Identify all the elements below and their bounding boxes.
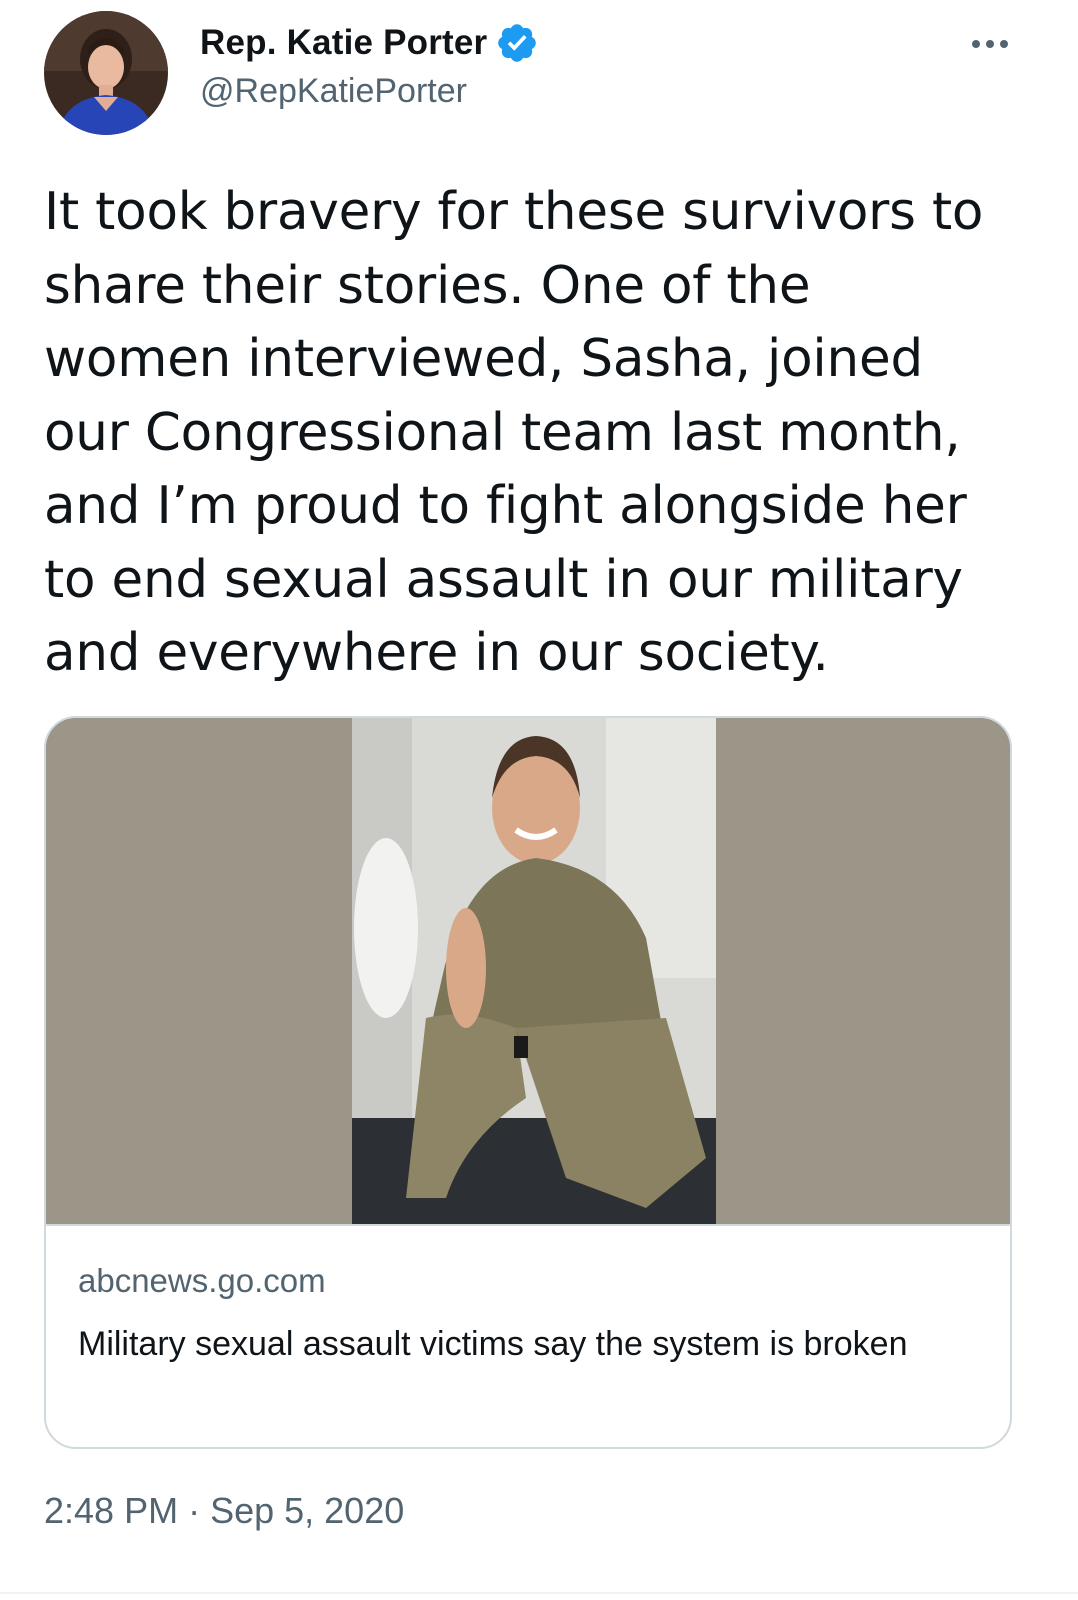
tweet-date: Sep 5, 2020 [210, 1490, 405, 1531]
tweet: Rep. Katie Porter @RepKatiePorter It too… [0, 0, 1078, 1600]
tweet-text: It took bravery for these survivors to s… [44, 182, 984, 683]
author-avatar[interactable] [44, 11, 168, 135]
tweet-timestamp[interactable]: 2:48 PM · Sep 5, 2020 [44, 1490, 404, 1532]
timestamp-separator: · [188, 1490, 201, 1531]
divider [0, 1592, 1078, 1594]
link-preview-card[interactable]: abcnews.go.com Military sexual assault v… [44, 716, 1012, 1449]
avatar-photo [44, 11, 168, 135]
link-card-image [46, 718, 1010, 1224]
author-handle[interactable]: @RepKatiePorter [200, 72, 539, 111]
display-name-row: Rep. Katie Porter [200, 20, 539, 66]
card-divider [46, 1224, 1010, 1226]
author-info: Rep. Katie Porter @RepKatiePorter [200, 20, 539, 111]
verified-badge-icon [495, 21, 539, 65]
tweet-time: 2:48 PM [44, 1490, 179, 1531]
link-card-title: Military sexual assault victims say the … [78, 1325, 908, 1363]
more-options-icon[interactable] [968, 30, 1012, 58]
link-card-domain: abcnews.go.com [78, 1262, 326, 1299]
author-display-name[interactable]: Rep. Katie Porter [200, 23, 487, 63]
